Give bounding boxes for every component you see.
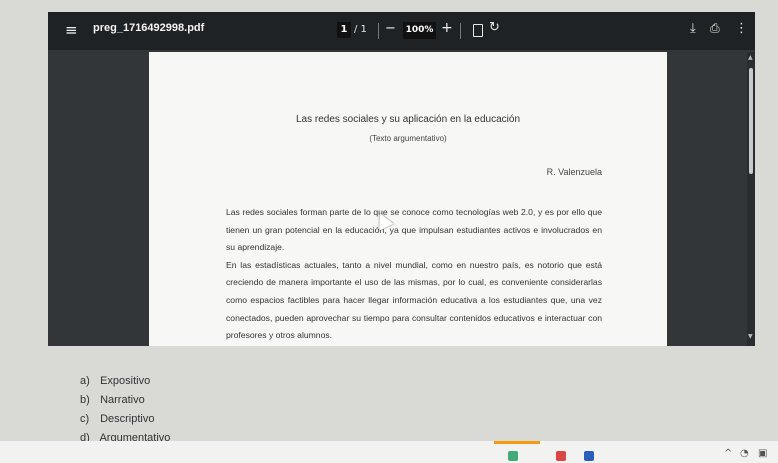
pdf-toolbar: ≡ preg_1716492998.pdf 1 / 1 − 100% + ↻ ⤓… xyxy=(48,12,755,50)
scroll-up-icon[interactable]: ▲ xyxy=(748,54,753,61)
document-title: Las redes sociales y su aplicación en la… xyxy=(295,114,521,125)
scroll-thumb[interactable] xyxy=(749,68,753,174)
app-icon[interactable] xyxy=(556,451,566,461)
taskbar: ^ ◔ ▣ xyxy=(0,441,778,463)
network-icon[interactable]: ◔ xyxy=(740,448,749,459)
option-label: Descriptivo xyxy=(100,413,155,425)
file-title: preg_1716492998.pdf xyxy=(93,22,205,34)
print-icon[interactable]: ⎙ xyxy=(710,21,720,36)
chevron-up-icon[interactable]: ^ xyxy=(724,448,732,459)
scroll-down-icon[interactable]: ▼ xyxy=(748,333,753,340)
menu-icon[interactable]: ≡ xyxy=(65,21,78,39)
document-body: Las redes sociales forman parte de lo qu… xyxy=(226,204,602,345)
zoom-in-button[interactable]: + xyxy=(441,20,453,36)
toolbar-divider xyxy=(378,23,379,39)
page-number-input[interactable]: 1 xyxy=(337,22,351,38)
fit-page-icon[interactable] xyxy=(473,24,483,37)
option-a[interactable]: a) Expositivo xyxy=(80,372,170,391)
app-icon[interactable] xyxy=(584,451,594,461)
pdf-page: Las redes sociales y su aplicación en la… xyxy=(149,52,667,346)
option-letter: b) xyxy=(80,394,90,406)
page-total: / 1 xyxy=(354,24,367,35)
tray-app-icon[interactable]: ▣ xyxy=(758,448,767,459)
option-label: Expositivo xyxy=(100,375,151,387)
option-b[interactable]: b) Narrativo xyxy=(80,391,170,410)
vertical-scrollbar[interactable]: ▲ ▼ xyxy=(747,52,755,346)
option-letter: c) xyxy=(80,413,90,425)
zoom-level-input[interactable]: 100% xyxy=(403,22,436,39)
rotate-icon[interactable]: ↻ xyxy=(489,20,500,35)
answer-options: a) Expositivo b) Narrativo c) Descriptiv… xyxy=(80,372,170,448)
option-letter: a) xyxy=(80,375,90,387)
paragraph: Las redes sociales forman parte de lo qu… xyxy=(226,207,602,253)
more-options-icon[interactable]: ⋮ xyxy=(735,21,748,36)
toolbar-divider xyxy=(460,23,461,39)
app-icon[interactable] xyxy=(508,451,518,461)
document-author: R. Valenzuela xyxy=(546,167,602,177)
option-label: Narrativo xyxy=(100,394,145,406)
zoom-out-button[interactable]: − xyxy=(385,21,396,36)
option-c[interactable]: c) Descriptivo xyxy=(80,410,170,429)
pdf-viewer: ≡ preg_1716492998.pdf 1 / 1 − 100% + ↻ ⤓… xyxy=(48,12,755,346)
document-subtitle: (Texto argumentativo) xyxy=(369,134,447,143)
download-icon[interactable]: ⤓ xyxy=(690,21,696,36)
paragraph: En las estadísticas actuales, tanto a ni… xyxy=(226,259,602,341)
active-app-indicator xyxy=(494,441,540,444)
